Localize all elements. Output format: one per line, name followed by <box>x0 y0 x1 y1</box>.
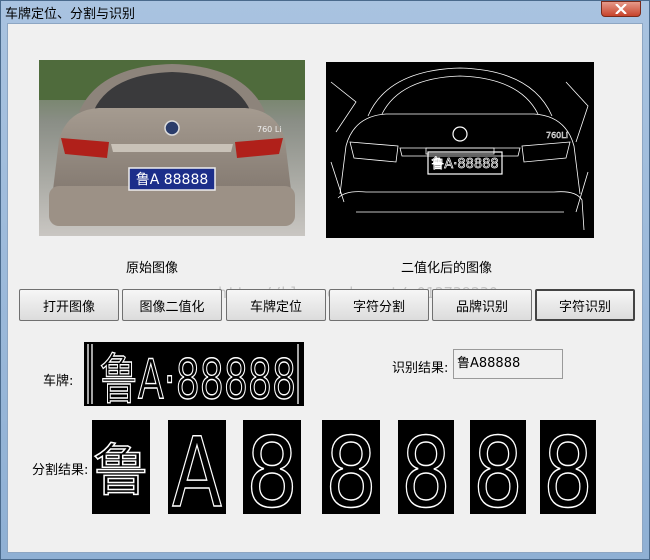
close-icon <box>615 4 627 14</box>
close-button[interactable] <box>601 1 641 17</box>
result-label: 识别结果: <box>392 361 449 376</box>
svg-text:8: 8 <box>246 420 298 514</box>
svg-text:鲁: 鲁 <box>93 439 149 504</box>
svg-text:8: 8 <box>473 420 523 514</box>
segments-label: 分割结果: <box>32 463 89 478</box>
binary-image-caption: 二值化后的图像 <box>401 261 493 276</box>
segment-char-6: 8 <box>470 416 526 530</box>
plate-label: 车牌: <box>43 374 74 389</box>
segment-chars-button[interactable]: 字符分割 <box>329 289 429 321</box>
segment-char-1: 鲁 <box>92 420 150 514</box>
window-title: 车牌定位、分割与识别 <box>5 7 136 22</box>
original-image: 鲁A 88888 760 Li <box>39 60 305 236</box>
segment-char-3: 8 <box>243 416 301 530</box>
svg-text:8: 8 <box>325 420 377 514</box>
segment-char-4: 8 <box>322 416 380 530</box>
svg-text:760Li: 760Li <box>546 131 568 140</box>
plate-image: 鲁A·88888 <box>84 342 304 412</box>
original-plate-text: 鲁A 88888 <box>136 172 209 188</box>
brand-recognition-button[interactable]: 品牌识别 <box>432 289 532 321</box>
segment-char-2: A <box>168 416 226 530</box>
segment-char-7: 8 <box>540 416 596 530</box>
svg-text:A: A <box>172 420 222 514</box>
plate-text: 鲁A·88888 <box>100 348 296 406</box>
title-bar[interactable]: 车牌定位、分割与识别 <box>1 1 649 23</box>
svg-text:760 Li: 760 Li <box>257 125 282 134</box>
svg-text:8: 8 <box>543 420 593 514</box>
binary-plate-text: 鲁A·88888 <box>431 157 498 172</box>
client-area: 鲁A 88888 760 Li 鲁A·88888 760Li 原始图像 二值化后… <box>7 23 643 553</box>
char-recognition-button[interactable]: 字符识别 <box>535 289 635 321</box>
open-image-button[interactable]: 打开图像 <box>19 289 119 321</box>
result-output[interactable]: 鲁A88888 <box>453 349 563 379</box>
svg-text:8: 8 <box>401 420 451 514</box>
binary-image: 鲁A·88888 760Li <box>326 62 594 238</box>
binarize-button[interactable]: 图像二值化 <box>122 289 222 321</box>
original-image-caption: 原始图像 <box>126 261 179 276</box>
app-window: 车牌定位、分割与识别 鲁A 88888 760 Li 鲁A·88888 760L… <box>0 0 650 560</box>
segment-char-5: 8 <box>398 416 454 530</box>
locate-plate-button[interactable]: 车牌定位 <box>226 289 326 321</box>
